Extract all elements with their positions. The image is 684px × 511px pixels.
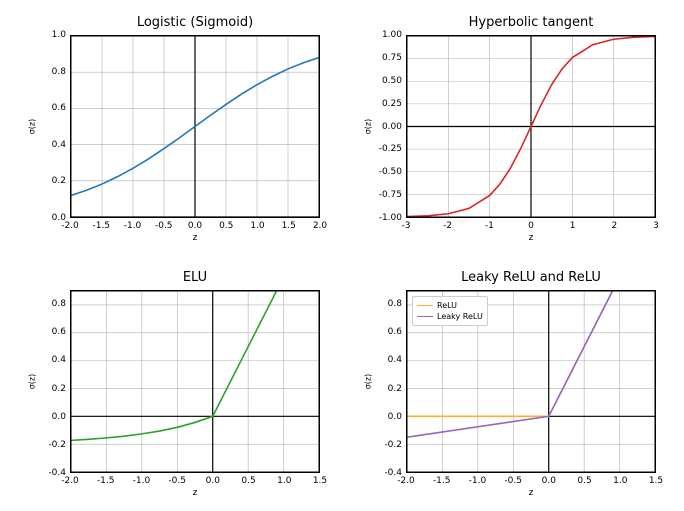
y-tick-label: 0.6 (36, 103, 66, 113)
x-tick-label: -1.0 (469, 476, 487, 486)
y-tick-label: 0.0 (36, 412, 66, 422)
y-tick-label: 0.0 (36, 213, 66, 223)
x-axis-label: z (70, 233, 320, 243)
x-tick-label: -0.5 (168, 476, 186, 486)
x-tick-label: 0.0 (188, 221, 202, 231)
y-tick-label: -0.4 (36, 468, 66, 478)
chart-sigmoid: Logistic (Sigmoid)σ(z)z-2.0-1.5-1.0-0.50… (70, 35, 320, 218)
chart-title: Logistic (Sigmoid) (70, 15, 320, 30)
y-tick-label: 0.0 (372, 412, 402, 422)
x-tick-label: -1.5 (92, 221, 110, 231)
y-tick-label: 0.6 (372, 327, 402, 337)
y-tick-label: 0.2 (36, 176, 66, 186)
x-tick-label: 1.5 (649, 476, 663, 486)
x-axis-label: z (406, 488, 656, 498)
y-tick-label: 0.2 (372, 384, 402, 394)
chart-title: ELU (70, 270, 320, 285)
figure-canvas: Logistic (Sigmoid)σ(z)z-2.0-1.5-1.0-0.50… (0, 0, 684, 511)
y-tick-label: 1.0 (36, 30, 66, 40)
chart-relu: Leaky ReLU and ReLUσ(z)z-2.0-1.5-1.0-0.5… (406, 290, 656, 473)
x-tick-label: 2 (611, 221, 617, 231)
x-tick-label: -1 (485, 221, 494, 231)
y-tick-label: 0.8 (36, 67, 66, 77)
y-tick-label: 0.8 (36, 299, 66, 309)
y-tick-label: 0.75 (372, 53, 402, 63)
y-tick-label: 0.4 (372, 355, 402, 365)
x-tick-label: -1.5 (433, 476, 451, 486)
legend-label: Leaky ReLU (437, 311, 483, 322)
y-tick-label: 0.00 (372, 122, 402, 132)
y-axis-label: σ(z) (27, 118, 36, 134)
x-tick-label: 2.0 (313, 221, 327, 231)
chart-elu: ELUσ(z)z-2.0-1.5-1.0-0.50.00.51.01.5-0.4… (70, 290, 320, 473)
x-tick-label: -1.5 (97, 476, 115, 486)
x-tick-label: 1.5 (282, 221, 296, 231)
plot-area (406, 35, 656, 218)
y-tick-label: 0.50 (372, 76, 402, 86)
y-axis-label: σ(z) (363, 373, 372, 389)
legend-entry: Leaky ReLU (417, 311, 483, 322)
y-tick-label: -0.2 (372, 440, 402, 450)
y-tick-label: -0.25 (372, 144, 402, 154)
y-tick-label: -0.4 (372, 468, 402, 478)
y-tick-label: -0.2 (36, 440, 66, 450)
x-tick-label: 0 (528, 221, 534, 231)
x-tick-label: -0.5 (155, 221, 173, 231)
legend-label: ReLU (437, 300, 457, 311)
x-tick-label: -1.0 (133, 476, 151, 486)
y-axis-label: σ(z) (27, 373, 36, 389)
x-tick-label: -2 (443, 221, 452, 231)
x-tick-label: 1.0 (613, 476, 627, 486)
chart-title: Hyperbolic tangent (406, 15, 656, 30)
plot-area (70, 290, 320, 473)
y-tick-label: 0.2 (36, 384, 66, 394)
x-tick-label: 1.5 (313, 476, 327, 486)
x-tick-label: 0.0 (206, 476, 220, 486)
y-tick-label: 0.8 (372, 299, 402, 309)
x-tick-label: 0.5 (241, 476, 255, 486)
x-tick-label: -1.0 (124, 221, 142, 231)
legend-swatch-icon (417, 316, 433, 317)
x-tick-label: -3 (402, 221, 411, 231)
y-tick-label: 0.4 (36, 355, 66, 365)
y-tick-label: 0.4 (36, 140, 66, 150)
x-axis-label: z (406, 233, 656, 243)
x-axis-label: z (70, 488, 320, 498)
y-tick-label: -0.75 (372, 190, 402, 200)
chart-tanh: Hyperbolic tangentσ(z)z-3-2-10123-1.00-0… (406, 35, 656, 218)
x-tick-label: 0.5 (577, 476, 591, 486)
x-tick-label: 0.0 (542, 476, 556, 486)
x-tick-label: -0.5 (504, 476, 522, 486)
y-tick-label: -1.00 (372, 213, 402, 223)
x-tick-label: 0.5 (219, 221, 233, 231)
y-axis-label: σ(z) (363, 118, 372, 134)
x-tick-label: 3 (653, 221, 659, 231)
legend-entry: ReLU (417, 300, 483, 311)
chart-title: Leaky ReLU and ReLU (406, 270, 656, 285)
x-tick-label: 1.0 (277, 476, 291, 486)
legend: ReLULeaky ReLU (412, 296, 488, 326)
y-tick-label: 1.00 (372, 30, 402, 40)
y-tick-label: 0.25 (372, 99, 402, 109)
y-tick-label: -0.50 (372, 167, 402, 177)
y-tick-label: 0.6 (36, 327, 66, 337)
plot-area (70, 35, 320, 218)
x-tick-label: 1.0 (250, 221, 264, 231)
x-tick-label: 1 (570, 221, 576, 231)
legend-swatch-icon (417, 305, 433, 306)
